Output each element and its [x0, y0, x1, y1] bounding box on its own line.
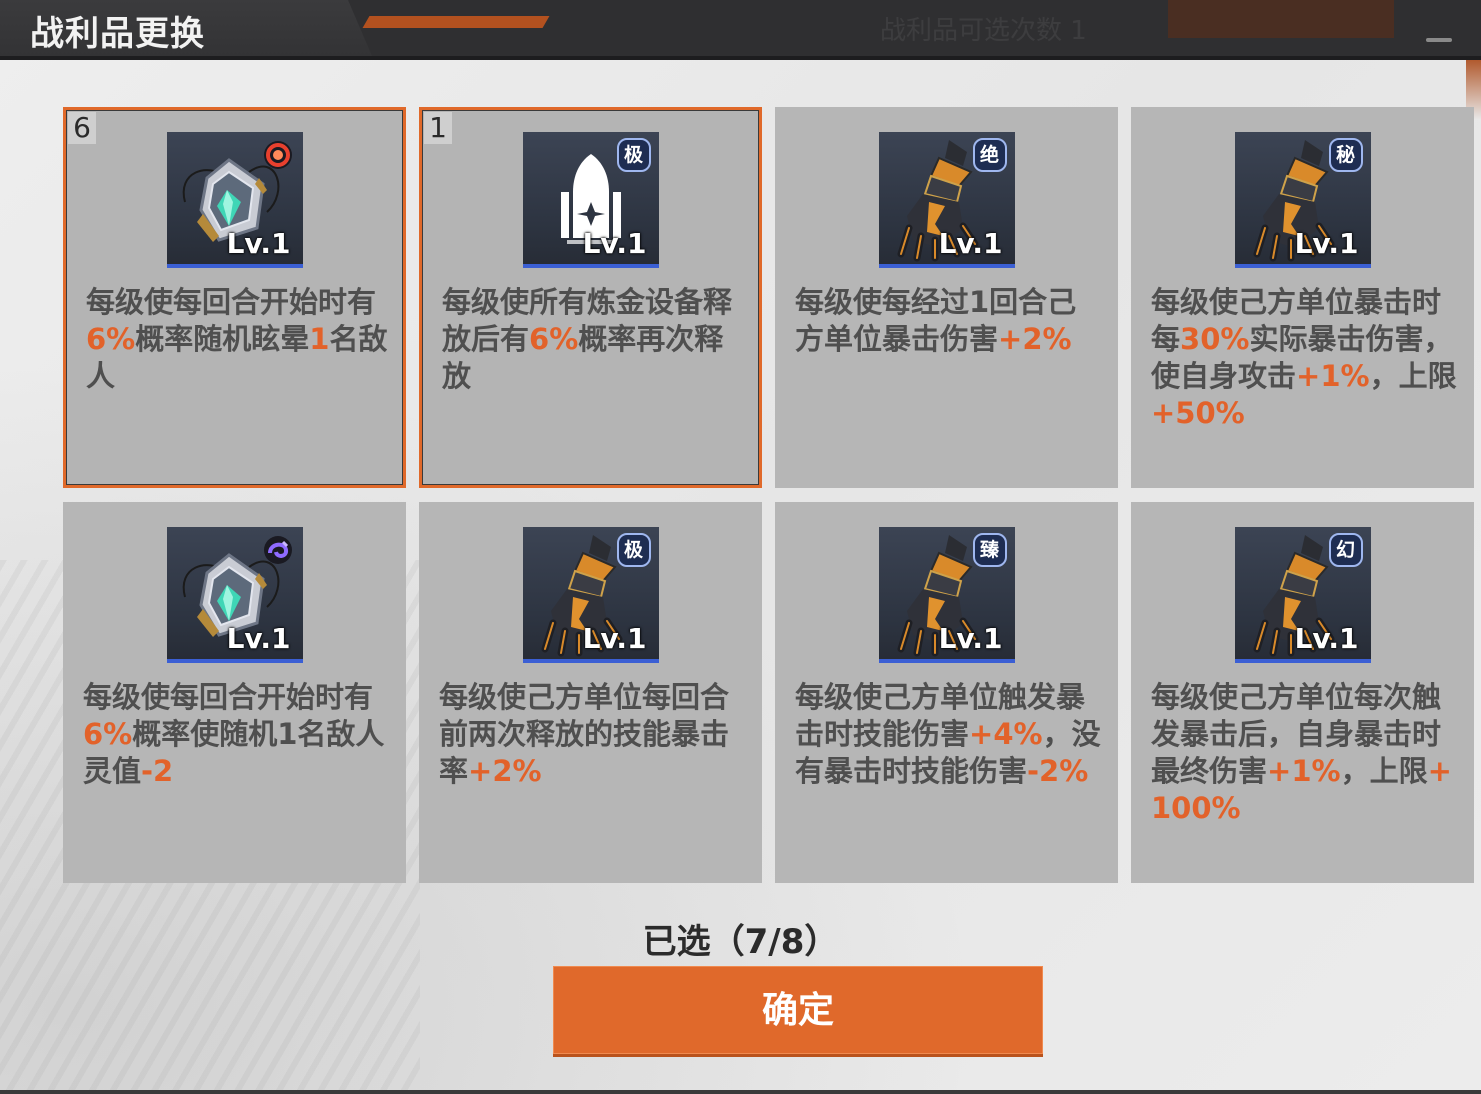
- description-highlight: -2%: [1027, 754, 1089, 788]
- item-level: Lv.1: [226, 227, 291, 260]
- gauntlet-icon: 秘 Lv.1: [1234, 132, 1371, 268]
- description-text: ，上限: [1369, 359, 1457, 393]
- loot-card[interactable]: 秘 Lv.1 每级使己方单位暴击时每30%实际暴击伤害，使自身攻击+1%，上限+50…: [1131, 107, 1474, 488]
- purple-swirl-icon: [261, 533, 295, 567]
- rarity-badge: 臻: [972, 533, 1007, 567]
- device-icon: 极 Lv.1: [522, 132, 659, 268]
- loot-card[interactable]: 绝 Lv.1 每级使每经过1回合己方单位暴击伤害+2%: [775, 107, 1118, 488]
- header-accent-stripe: [362, 16, 550, 28]
- loot-card[interactable]: 幻 Lv.1 每级使己方单位每次触发暴击后，自身暴击时最终伤害+1%，上限+100%: [1131, 502, 1474, 883]
- item-description: 每级使己方单位暴击时每30%实际暴击伤害，使自身攻击+1%，上限+50%: [1151, 284, 1460, 432]
- item-description: 每级使己方单位每次触发暴击后，自身暴击时最终伤害+1%，上限+100%: [1151, 679, 1460, 827]
- description-highlight: -2: [141, 754, 174, 788]
- item-level: Lv.1: [582, 622, 647, 655]
- description-highlight: 6%: [83, 717, 133, 751]
- item-level: Lv.1: [1294, 622, 1359, 655]
- loot-card[interactable]: 6 Lv.1 每级使每回合开始时有6%概率随机眩晕1名敌人: [63, 107, 406, 488]
- rarity-badge: 幻: [1328, 533, 1363, 567]
- red-swirl-icon: [261, 138, 295, 172]
- item-description: 每级使每经过1回合己方单位暴击伤害+2%: [795, 284, 1104, 358]
- rarity-badge: 秘: [1328, 138, 1363, 172]
- description-highlight: 6%: [529, 322, 579, 356]
- item-description: 每级使所有炼金设备释放后有6%概率再次释放: [442, 284, 745, 395]
- loot-card[interactable]: Lv.1 每级使每回合开始时有6%概率使随机1名敌人灵值-2: [63, 502, 406, 883]
- description-highlight: +2%: [998, 322, 1072, 356]
- page-title: 战利品更换: [30, 14, 205, 54]
- description-highlight: 30%: [1180, 322, 1250, 356]
- description-text: 每级使每回合开始时有: [86, 285, 377, 319]
- description-text: 每级使每回合开始时有: [83, 680, 374, 714]
- rarity-badge: 极: [616, 138, 651, 172]
- loot-card[interactable]: 臻 Lv.1 每级使己方单位触发暴击时技能伤害+4%，没有暴击时技能伤害-2%: [775, 502, 1118, 883]
- item-description: 每级使每回合开始时有6%概率随机眩晕1名敌人: [86, 284, 389, 395]
- selection-count: 1: [424, 112, 452, 144]
- description-highlight: 1: [309, 322, 330, 356]
- item-level: Lv.1: [582, 227, 647, 260]
- description-highlight: +1%: [1296, 359, 1370, 393]
- item-level: Lv.1: [938, 622, 1003, 655]
- loot-card[interactable]: 1 极 Lv.1 每级使所有炼金设备释放后有6%概率再次释放: [419, 107, 762, 488]
- item-level: Lv.1: [1294, 227, 1359, 260]
- gauntlet-icon: 臻 Lv.1: [878, 527, 1015, 663]
- description-highlight: 6%: [86, 322, 136, 356]
- loot-card[interactable]: 极 Lv.1 每级使己方单位每回合前两次释放的技能暴击率+2%: [419, 502, 762, 883]
- description-highlight: +1%: [1267, 754, 1341, 788]
- gauntlet-icon: 绝 Lv.1: [878, 132, 1015, 268]
- item-description: 每级使己方单位触发暴击时技能伤害+4%，没有暴击时技能伤害-2%: [795, 679, 1104, 790]
- rarity-badge: 极: [616, 533, 651, 567]
- item-level: Lv.1: [938, 227, 1003, 260]
- description-highlight: +50%: [1151, 396, 1245, 430]
- description-text: 概率随机眩晕: [135, 322, 310, 356]
- item-description: 每级使每回合开始时有6%概率使随机1名敌人灵值-2: [83, 679, 392, 790]
- description-highlight: +2%: [468, 754, 542, 788]
- item-description: 每级使己方单位每回合前两次释放的技能暴击率+2%: [439, 679, 748, 790]
- selected-count: 已选（7/8）: [642, 922, 839, 962]
- header-faded-button: [1168, 0, 1394, 38]
- gauntlet-icon: 极 Lv.1: [522, 527, 659, 663]
- minimize-icon[interactable]: [1426, 38, 1452, 42]
- gauntlet-icon: 幻 Lv.1: [1234, 527, 1371, 663]
- item-level: Lv.1: [226, 622, 291, 655]
- selection-count: 6: [68, 112, 96, 144]
- rarity-badge: 绝: [972, 138, 1007, 172]
- title-bar-divider: [0, 56, 1481, 60]
- bottom-border: [0, 1090, 1481, 1094]
- description-text: ，上限: [1340, 754, 1428, 788]
- header-faded-text: 战利品可选次数 1: [880, 16, 1087, 46]
- amulet-icon: Lv.1: [166, 132, 303, 268]
- confirm-button[interactable]: 确定: [553, 966, 1043, 1054]
- amulet-icon: Lv.1: [166, 527, 303, 663]
- description-highlight: +4%: [969, 717, 1043, 751]
